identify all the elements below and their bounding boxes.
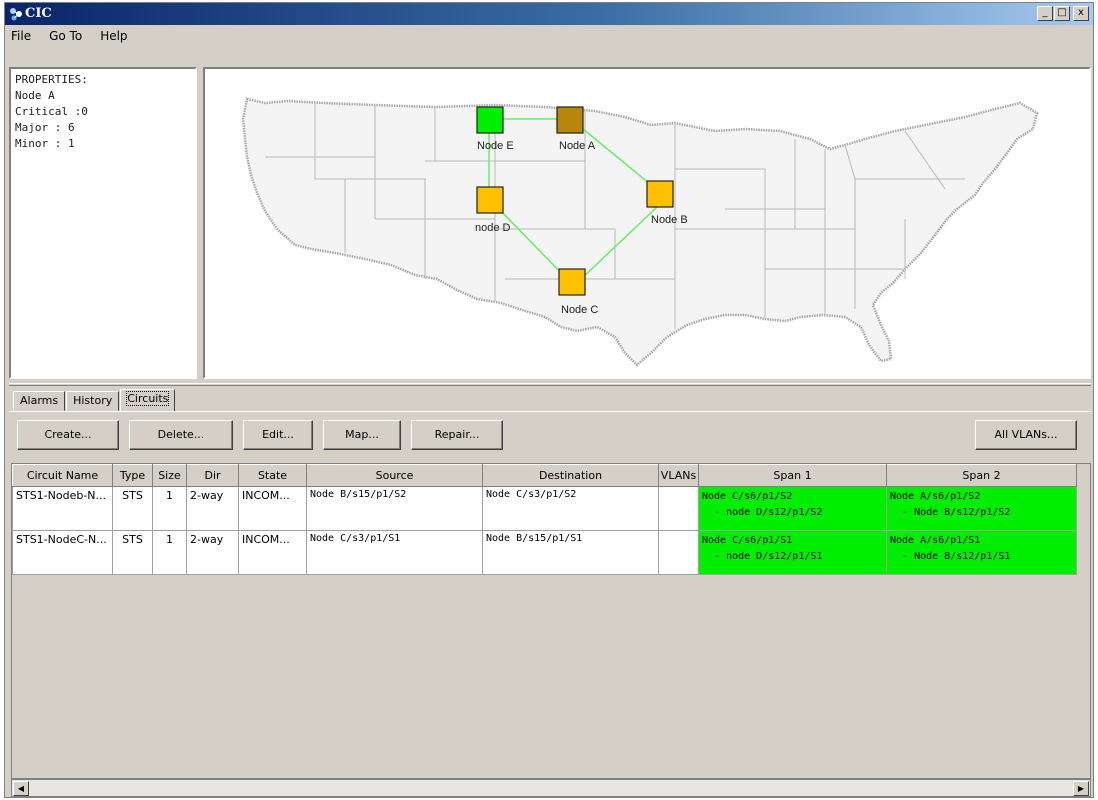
cell-destination: Node C/s3/p1/S2 <box>482 486 659 531</box>
cell-dir: 2-way <box>186 486 239 531</box>
span-1-to: - node D/s12/p1/S1 <box>702 551 823 562</box>
span-2-to: - Node B/s12/p1/S2 <box>890 507 1011 518</box>
cell-dir: 2-way <box>186 530 239 575</box>
usa-map-outline <box>241 97 1039 367</box>
node-a-icon <box>556 106 584 134</box>
span-2-to: - Node B/s12/p1/S1 <box>890 551 1011 562</box>
tab-circuits[interactable]: Circuits <box>120 389 176 411</box>
menu-bar: File Go To Help <box>5 25 1093 47</box>
column-header-vlans[interactable]: VLANs <box>658 464 699 487</box>
properties-critical: Critical :0 <box>15 105 88 118</box>
column-header-dir[interactable]: Dir <box>186 464 239 487</box>
cell-span-1: Node C/s6/p1/S1 - node D/s12/p1/S1 <box>698 530 887 575</box>
window-controls: _ □ x <box>1036 6 1089 22</box>
table-row[interactable]: STS1-NodeC-N... STS 1 2-way INCOM... Nod… <box>12 530 1077 575</box>
cell-type: STS <box>112 530 153 575</box>
close-button[interactable]: x <box>1073 6 1089 21</box>
circuits-table: Circuit Name Type Size Dir State Source … <box>12 464 1077 575</box>
app-icon <box>10 8 22 21</box>
node-a-label: Node A <box>559 140 596 152</box>
table-header-row: Circuit Name Type Size Dir State Source … <box>12 464 1077 487</box>
panel-splitter[interactable] <box>9 383 1091 386</box>
menu-file[interactable]: File <box>9 29 33 43</box>
properties-node-name: Node A <box>15 89 55 102</box>
node-b-label: Node B <box>651 214 688 226</box>
cell-span-2: Node A/s6/p1/S1 - Node B/s12/p1/S1 <box>886 530 1077 575</box>
node-c-label: Node C <box>561 304 598 316</box>
cell-source: Node B/s15/p1/S2 <box>306 486 483 531</box>
cell-state: INCOM... <box>238 530 307 575</box>
node-d-icon <box>476 186 504 214</box>
network-map[interactable]: Node E Node A node D Node B Node C <box>205 69 1089 377</box>
circuits-table-container[interactable]: Circuit Name Type Size Dir State Source … <box>11 463 1091 779</box>
circuits-toolbar: Create... Delete... Edit... Map... Repai… <box>9 411 1091 455</box>
all-vlans-button[interactable]: All VLANs... <box>975 420 1077 450</box>
column-header-type[interactable]: Type <box>112 464 153 487</box>
properties-heading: PROPERTIES: <box>15 73 88 86</box>
column-header-span-1[interactable]: Span 1 <box>698 464 887 487</box>
column-header-size[interactable]: Size <box>152 464 187 487</box>
edit-button[interactable]: Edit... <box>243 420 313 450</box>
map-button[interactable]: Map... <box>323 420 401 450</box>
horizontal-scrollbar[interactable]: ◀ ▶ <box>11 779 1091 797</box>
node-e-label: Node E <box>477 140 514 152</box>
column-header-source[interactable]: Source <box>306 464 483 487</box>
node-d-label: node D <box>475 222 511 234</box>
create-button[interactable]: Create... <box>17 420 119 450</box>
cell-size: 1 <box>152 530 187 575</box>
node-e-icon <box>476 106 504 134</box>
cell-destination: Node B/s15/p1/S1 <box>482 530 659 575</box>
cell-vlans <box>658 486 699 531</box>
column-header-destination[interactable]: Destination <box>482 464 659 487</box>
node-c-icon <box>558 268 586 296</box>
tab-circuits-label: Circuits <box>126 391 170 406</box>
table-row[interactable]: STS1-Nodeb-N... STS 1 2-way INCOM... Nod… <box>12 486 1077 531</box>
column-header-state[interactable]: State <box>238 464 307 487</box>
minimize-button[interactable]: _ <box>1037 6 1053 21</box>
cell-span-1: Node C/s6/p1/S2 - node D/s12/p1/S2 <box>698 486 887 531</box>
cic-window: CIC _ □ x File Go To Help PROPERTIES: No… <box>4 2 1094 798</box>
properties-major: Major : 6 <box>15 121 75 134</box>
span-1-from: Node C/s6/p1/S2 <box>702 491 793 502</box>
cell-circuit-name: STS1-Nodeb-N... <box>12 486 113 531</box>
column-header-span-2[interactable]: Span 2 <box>886 464 1077 487</box>
tab-alarms-label: Alarms <box>20 394 59 407</box>
tab-history-label: History <box>73 394 113 407</box>
node-b-icon <box>646 180 674 208</box>
properties-panel: PROPERTIES: Node A Critical :0 Major : 6… <box>9 67 197 379</box>
maximize-button[interactable]: □ <box>1054 6 1070 21</box>
properties-minor: Minor : 1 <box>15 137 75 150</box>
span-1-to: - node D/s12/p1/S2 <box>702 507 823 518</box>
cell-type: STS <box>112 486 153 531</box>
span-2-from: Node A/s6/p1/S1 <box>890 535 981 546</box>
repair-button[interactable]: Repair... <box>411 420 503 450</box>
title-bar[interactable]: CIC _ □ x <box>5 3 1093 25</box>
scroll-left-button[interactable]: ◀ <box>13 781 29 796</box>
scroll-right-button[interactable]: ▶ <box>1073 781 1089 796</box>
cell-span-2: Node A/s6/p1/S2 - Node B/s12/p1/S2 <box>886 486 1077 531</box>
window-title: CIC <box>25 6 52 21</box>
cell-size: 1 <box>152 486 187 531</box>
tab-history[interactable]: History <box>66 391 120 411</box>
span-2-from: Node A/s6/p1/S2 <box>890 491 981 502</box>
menu-help[interactable]: Help <box>98 29 129 43</box>
cell-state: INCOM... <box>238 486 307 531</box>
cell-source: Node C/s3/p1/S1 <box>306 530 483 575</box>
menu-go-to[interactable]: Go To <box>47 29 84 43</box>
delete-button[interactable]: Delete... <box>129 420 233 450</box>
cell-circuit-name: STS1-NodeC-N... <box>12 530 113 575</box>
network-map-panel[interactable]: Node E Node A node D Node B Node C <box>203 67 1091 379</box>
tab-alarms[interactable]: Alarms <box>13 391 66 411</box>
span-1-from: Node C/s6/p1/S1 <box>702 535 793 546</box>
cell-vlans <box>658 530 699 575</box>
column-header-circuit-name[interactable]: Circuit Name <box>12 464 113 487</box>
tab-strip: Alarms History Circuits <box>13 389 176 411</box>
